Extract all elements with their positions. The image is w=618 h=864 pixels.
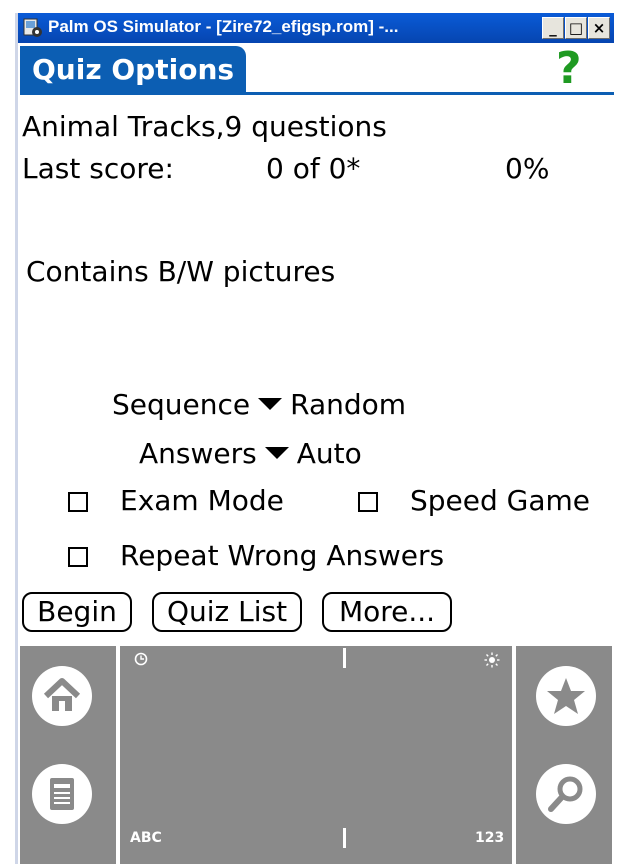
window-title: Palm OS Simulator - [Zire72_efigsp.rom] …: [48, 17, 399, 36]
favorites-button[interactable]: [536, 666, 596, 726]
exam-mode-checkbox[interactable]: [68, 492, 88, 512]
quiz-name: Animal Tracks,9 questions: [22, 110, 387, 143]
number-label: 123: [475, 830, 505, 846]
sequence-dropdown-icon[interactable]: [258, 398, 283, 410]
sequence-row: Sequence Random: [112, 388, 406, 421]
home-button[interactable]: [32, 666, 92, 726]
answers-row: Answers Auto: [139, 437, 362, 470]
graffiti-center-tick-top: [343, 648, 346, 668]
repeat-wrong-label[interactable]: Repeat Wrong Answers: [120, 539, 444, 572]
menu-icon: [50, 778, 74, 810]
find-button[interactable]: [536, 764, 596, 824]
more-button[interactable]: More...: [322, 592, 452, 632]
simulator-app-icon: [23, 18, 42, 37]
close-button[interactable]: ×: [588, 17, 610, 39]
contains-pictures-note: Contains B/W pictures: [26, 255, 336, 288]
answers-label: Answers: [139, 437, 257, 470]
answers-value[interactable]: Auto: [297, 437, 362, 470]
last-score-label: Last score:: [22, 152, 174, 185]
speed-game-label[interactable]: Speed Game: [410, 484, 590, 517]
window-edge: [15, 13, 18, 864]
form-title: Quiz Options: [20, 46, 247, 94]
sequence-value[interactable]: Random: [290, 388, 406, 421]
menu-button[interactable]: [32, 764, 92, 824]
sequence-label: Sequence: [112, 388, 251, 421]
speed-game-checkbox[interactable]: [358, 492, 378, 512]
maximize-button[interactable]: □: [565, 17, 587, 39]
quiz-list-button[interactable]: Quiz List: [152, 592, 302, 632]
home-icon: [43, 678, 81, 711]
exam-mode-label[interactable]: Exam Mode: [120, 484, 284, 517]
clock-icon[interactable]: [134, 652, 148, 666]
silk-divider-left: [116, 646, 120, 864]
graffiti-area[interactable]: ABC 123: [20, 646, 612, 864]
begin-button[interactable]: Begin: [22, 592, 132, 632]
repeat-wrong-checkbox[interactable]: [68, 547, 88, 567]
last-score-percent: 0%: [505, 152, 550, 185]
find-icon: [548, 776, 583, 812]
abc-label: ABC: [130, 830, 162, 846]
window-titlebar[interactable]: Palm OS Simulator - [Zire72_efigsp.rom] …: [18, 13, 614, 43]
header-rule: [20, 92, 614, 95]
favorites-icon: [547, 678, 585, 714]
brightness-icon[interactable]: [484, 652, 500, 668]
help-icon[interactable]: ?: [556, 44, 582, 94]
graffiti-center-tick-bottom: [343, 828, 346, 848]
last-score-value: 0 of 0*: [266, 152, 361, 185]
silk-divider-right: [512, 646, 516, 864]
answers-dropdown-icon[interactable]: [264, 447, 289, 459]
minimize-button[interactable]: _: [542, 17, 564, 39]
